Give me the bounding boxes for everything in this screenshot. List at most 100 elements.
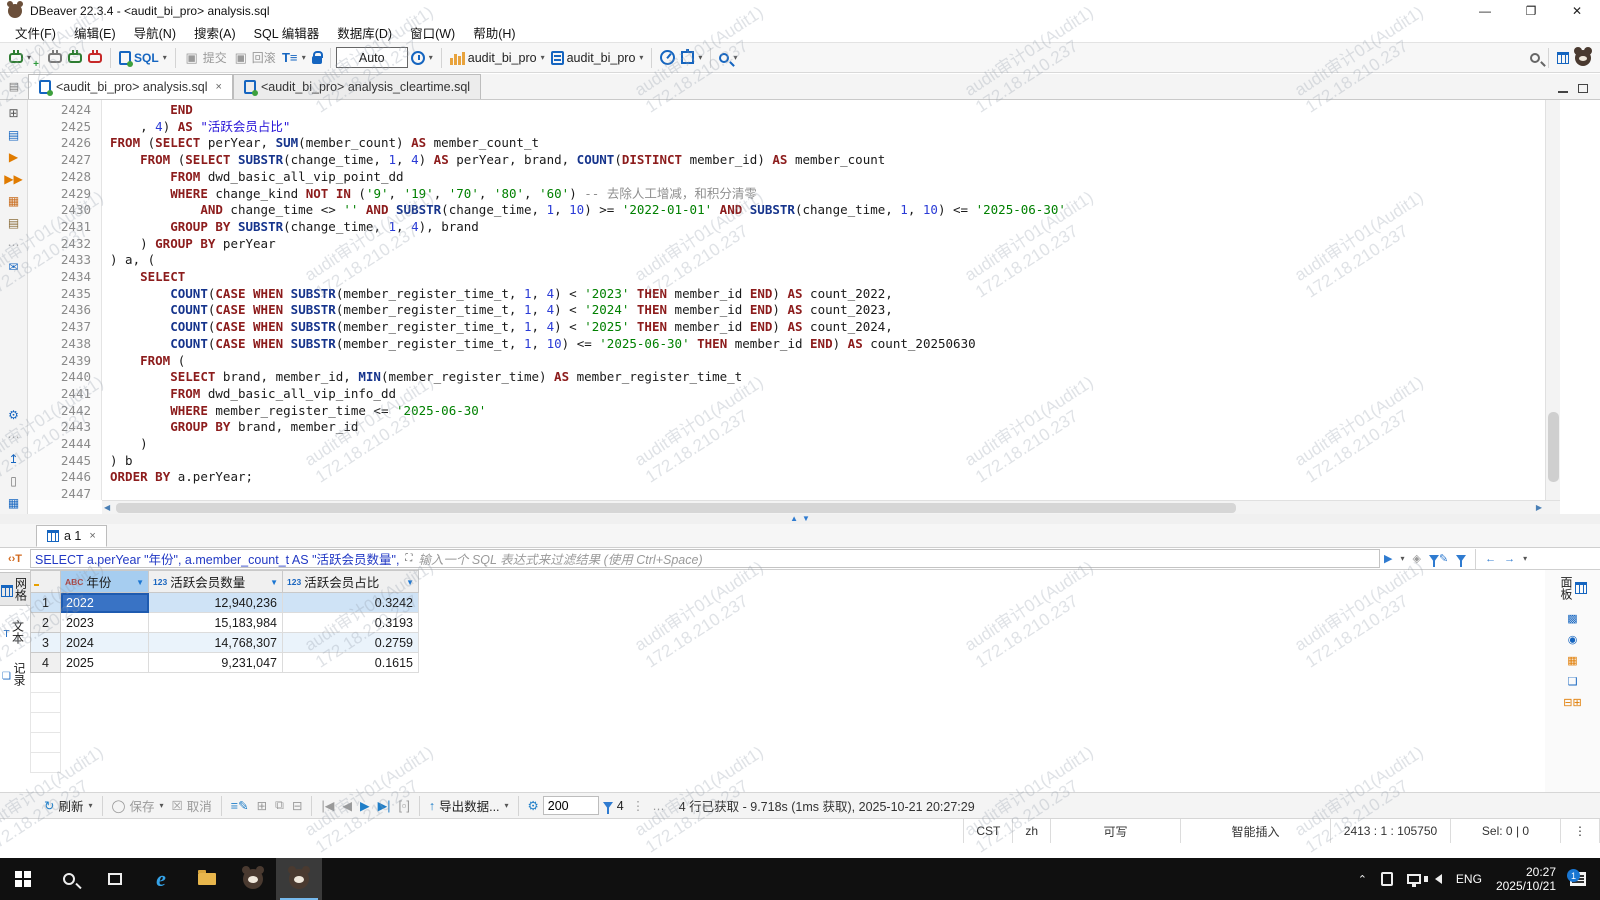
tab-analysis-sql[interactable]: <audit_bi_pro> analysis.sql × xyxy=(28,74,233,99)
view-tab-text[interactable]: 文本 T xyxy=(2,616,27,648)
new-connection-button[interactable]: +▾ xyxy=(6,51,34,65)
menu-item[interactable]: 窗口(W) xyxy=(401,21,464,44)
minimize-button[interactable]: — xyxy=(1462,0,1508,22)
db-navigator-icon[interactable]: ▤ xyxy=(5,126,23,144)
dbeaver-taskbar-button-active[interactable] xyxy=(276,858,322,900)
network-icon[interactable] xyxy=(1407,874,1421,884)
filter-funnel-icon[interactable] xyxy=(1456,553,1466,565)
grid-cell[interactable]: 15,183,984 xyxy=(149,613,283,633)
custom-filter-icon[interactable]: ‹›T xyxy=(0,553,30,565)
dbeaver-taskbar-button[interactable] xyxy=(230,858,276,900)
maximize-view-icon[interactable] xyxy=(1578,84,1588,93)
menu-item[interactable]: 编辑(E) xyxy=(65,21,125,44)
group-panel-icon[interactable]: ⊟⊞ xyxy=(1563,696,1581,709)
close-button[interactable]: ✕ xyxy=(1554,0,1600,22)
execute-statement-icon[interactable]: ▶ xyxy=(5,148,23,166)
connect-button[interactable] xyxy=(45,51,65,65)
fetch-all-icon[interactable]: [▫] xyxy=(398,799,409,813)
script-log-icon[interactable]: ▤ xyxy=(5,214,23,232)
scroll-right-icon[interactable]: ▶ xyxy=(1536,503,1542,512)
maximize-button[interactable]: ❐ xyxy=(1508,0,1554,22)
column-header-1[interactable]: ABC年份▼ xyxy=(61,571,149,593)
next-page-icon[interactable]: ▶ xyxy=(360,798,370,813)
transaction-log-button[interactable]: T≡▾ xyxy=(279,48,309,68)
sql-editor-button[interactable]: SQL▾ xyxy=(116,49,170,67)
editor-horizontal-scrollbar[interactable]: ◀ ▶ xyxy=(102,500,1560,514)
result-settings-gear-icon[interactable]: ⚙ xyxy=(528,798,539,813)
ie-browser-button[interactable]: e xyxy=(138,858,184,900)
grid-cell[interactable]: 2024 xyxy=(61,633,149,653)
export-result-icon[interactable]: ↥ xyxy=(5,450,23,468)
results-tab[interactable]: a 1 × xyxy=(36,525,107,547)
grid-cell[interactable]: 0.2759 xyxy=(283,633,419,653)
column-header-3[interactable]: 123活跃会员占比▼ xyxy=(283,571,419,593)
erase-filter-icon[interactable]: ◈ xyxy=(1412,552,1420,565)
edit-filter-icon[interactable]: ✎ xyxy=(1429,552,1448,565)
apply-filter-icon[interactable]: ▶ xyxy=(1384,552,1392,565)
duplicate-row-icon[interactable]: ⧉ xyxy=(275,798,284,813)
grid-cell[interactable]: 0.3193 xyxy=(283,613,419,633)
value-viewer-icon[interactable]: ▩ xyxy=(1567,612,1577,625)
column-header-2[interactable]: 123活跃会员数量▼ xyxy=(149,571,283,593)
connection-selector[interactable]: audit_bi_pro▾ xyxy=(447,49,548,67)
menu-item[interactable]: 文件(F) xyxy=(6,21,65,44)
editor-vertical-scrollbar[interactable] xyxy=(1545,100,1560,500)
disconnect-button[interactable] xyxy=(85,51,105,65)
last-page-icon[interactable]: ▶| xyxy=(378,798,391,813)
view-tab-grid[interactable]: 网格 xyxy=(0,572,32,606)
taskbar-search-button[interactable] xyxy=(46,858,92,900)
statusbar-dots-icon[interactable]: ⋮ xyxy=(1560,819,1600,843)
panel-tab[interactable]: 面板 xyxy=(1557,572,1588,604)
more-dots-icon[interactable]: ⋮ xyxy=(632,798,645,813)
grid-cell[interactable]: 2023 xyxy=(61,613,149,633)
grid-view-icon[interactable]: ▦ xyxy=(5,494,23,512)
grid-cell[interactable]: 0.3242 xyxy=(283,593,419,613)
row-number-header[interactable] xyxy=(31,571,61,593)
task-view-button[interactable] xyxy=(92,858,138,900)
row-number[interactable]: 4 xyxy=(31,653,61,673)
notification-center-icon[interactable]: 1 xyxy=(1570,872,1586,886)
delete-row-icon[interactable]: ⊟ xyxy=(292,798,302,813)
first-page-icon[interactable]: |◀ xyxy=(321,798,334,813)
metadata-panel-icon[interactable]: ◉ xyxy=(1568,633,1578,646)
caret-position[interactable]: 2413 : 1 : 105750 xyxy=(1330,819,1450,843)
rollback-button[interactable]: ▣ 回滚 xyxy=(230,47,279,68)
layout-panel-icon[interactable]: ❑ xyxy=(1568,675,1578,688)
view-tab-record[interactable]: 记录 ❏ xyxy=(1,658,29,690)
row-number[interactable]: 1 xyxy=(31,593,61,613)
nav-dropdown-icon[interactable]: ▾ xyxy=(1523,554,1527,563)
add-row-icon[interactable]: ⊞ xyxy=(257,798,267,813)
grid-cell[interactable]: 2022 xyxy=(61,593,149,613)
fetch-size-input[interactable] xyxy=(543,796,599,815)
menu-item[interactable]: 搜索(A) xyxy=(185,21,245,44)
perspective-button[interactable] xyxy=(1554,50,1572,66)
editor-gutter-icon[interactable]: ▤ xyxy=(0,73,28,99)
settings-gear-icon[interactable]: ⚙ xyxy=(5,406,23,424)
tray-expand-icon[interactable]: ⌃ xyxy=(1358,873,1367,886)
back-arrow-icon[interactable]: ← xyxy=(1485,553,1496,565)
row-number[interactable]: 3 xyxy=(31,633,61,653)
tasks-button[interactable]: ▾ xyxy=(678,49,705,66)
filter-dropdown-icon[interactable]: ▾ xyxy=(1400,554,1404,563)
quick-search-button[interactable] xyxy=(1527,51,1543,65)
grid-cell[interactable]: 0.1615 xyxy=(283,653,419,673)
usb-icon[interactable] xyxy=(1381,872,1393,886)
commit-mode-selector[interactable]: Auto xyxy=(336,47,408,68)
search-button[interactable]: ▾ xyxy=(716,51,740,65)
taskbar-clock[interactable]: 20:27 2025/10/21 xyxy=(1496,865,1556,893)
grid-cell[interactable]: 2025 xyxy=(61,653,149,673)
output-panel-icon[interactable]: ✉ xyxy=(5,258,23,276)
save-file-icon[interactable]: ▯ xyxy=(5,472,23,490)
volume-icon[interactable] xyxy=(1435,874,1442,884)
sash-up-icon[interactable]: ▲ xyxy=(790,515,798,523)
menu-item[interactable]: 数据库(D) xyxy=(328,21,401,44)
filter-input[interactable]: SELECT a.perYear "年份", a.member_count_t … xyxy=(30,549,1380,568)
expand-filter-icon[interactable]: ⛶ xyxy=(405,553,412,564)
sash-down-icon[interactable]: ▼ xyxy=(802,515,810,523)
forward-arrow-icon[interactable]: → xyxy=(1504,553,1515,565)
execute-script-icon[interactable]: ▶▶ xyxy=(5,170,23,188)
sql-code-editor[interactable]: END , 4) AS "活跃会员占比"FROM (SELECT perYear… xyxy=(102,100,1545,500)
grid-cell[interactable]: 9,231,047 xyxy=(149,653,283,673)
grid-cell[interactable]: 12,940,236 xyxy=(149,593,283,613)
lock-button[interactable] xyxy=(309,49,325,66)
